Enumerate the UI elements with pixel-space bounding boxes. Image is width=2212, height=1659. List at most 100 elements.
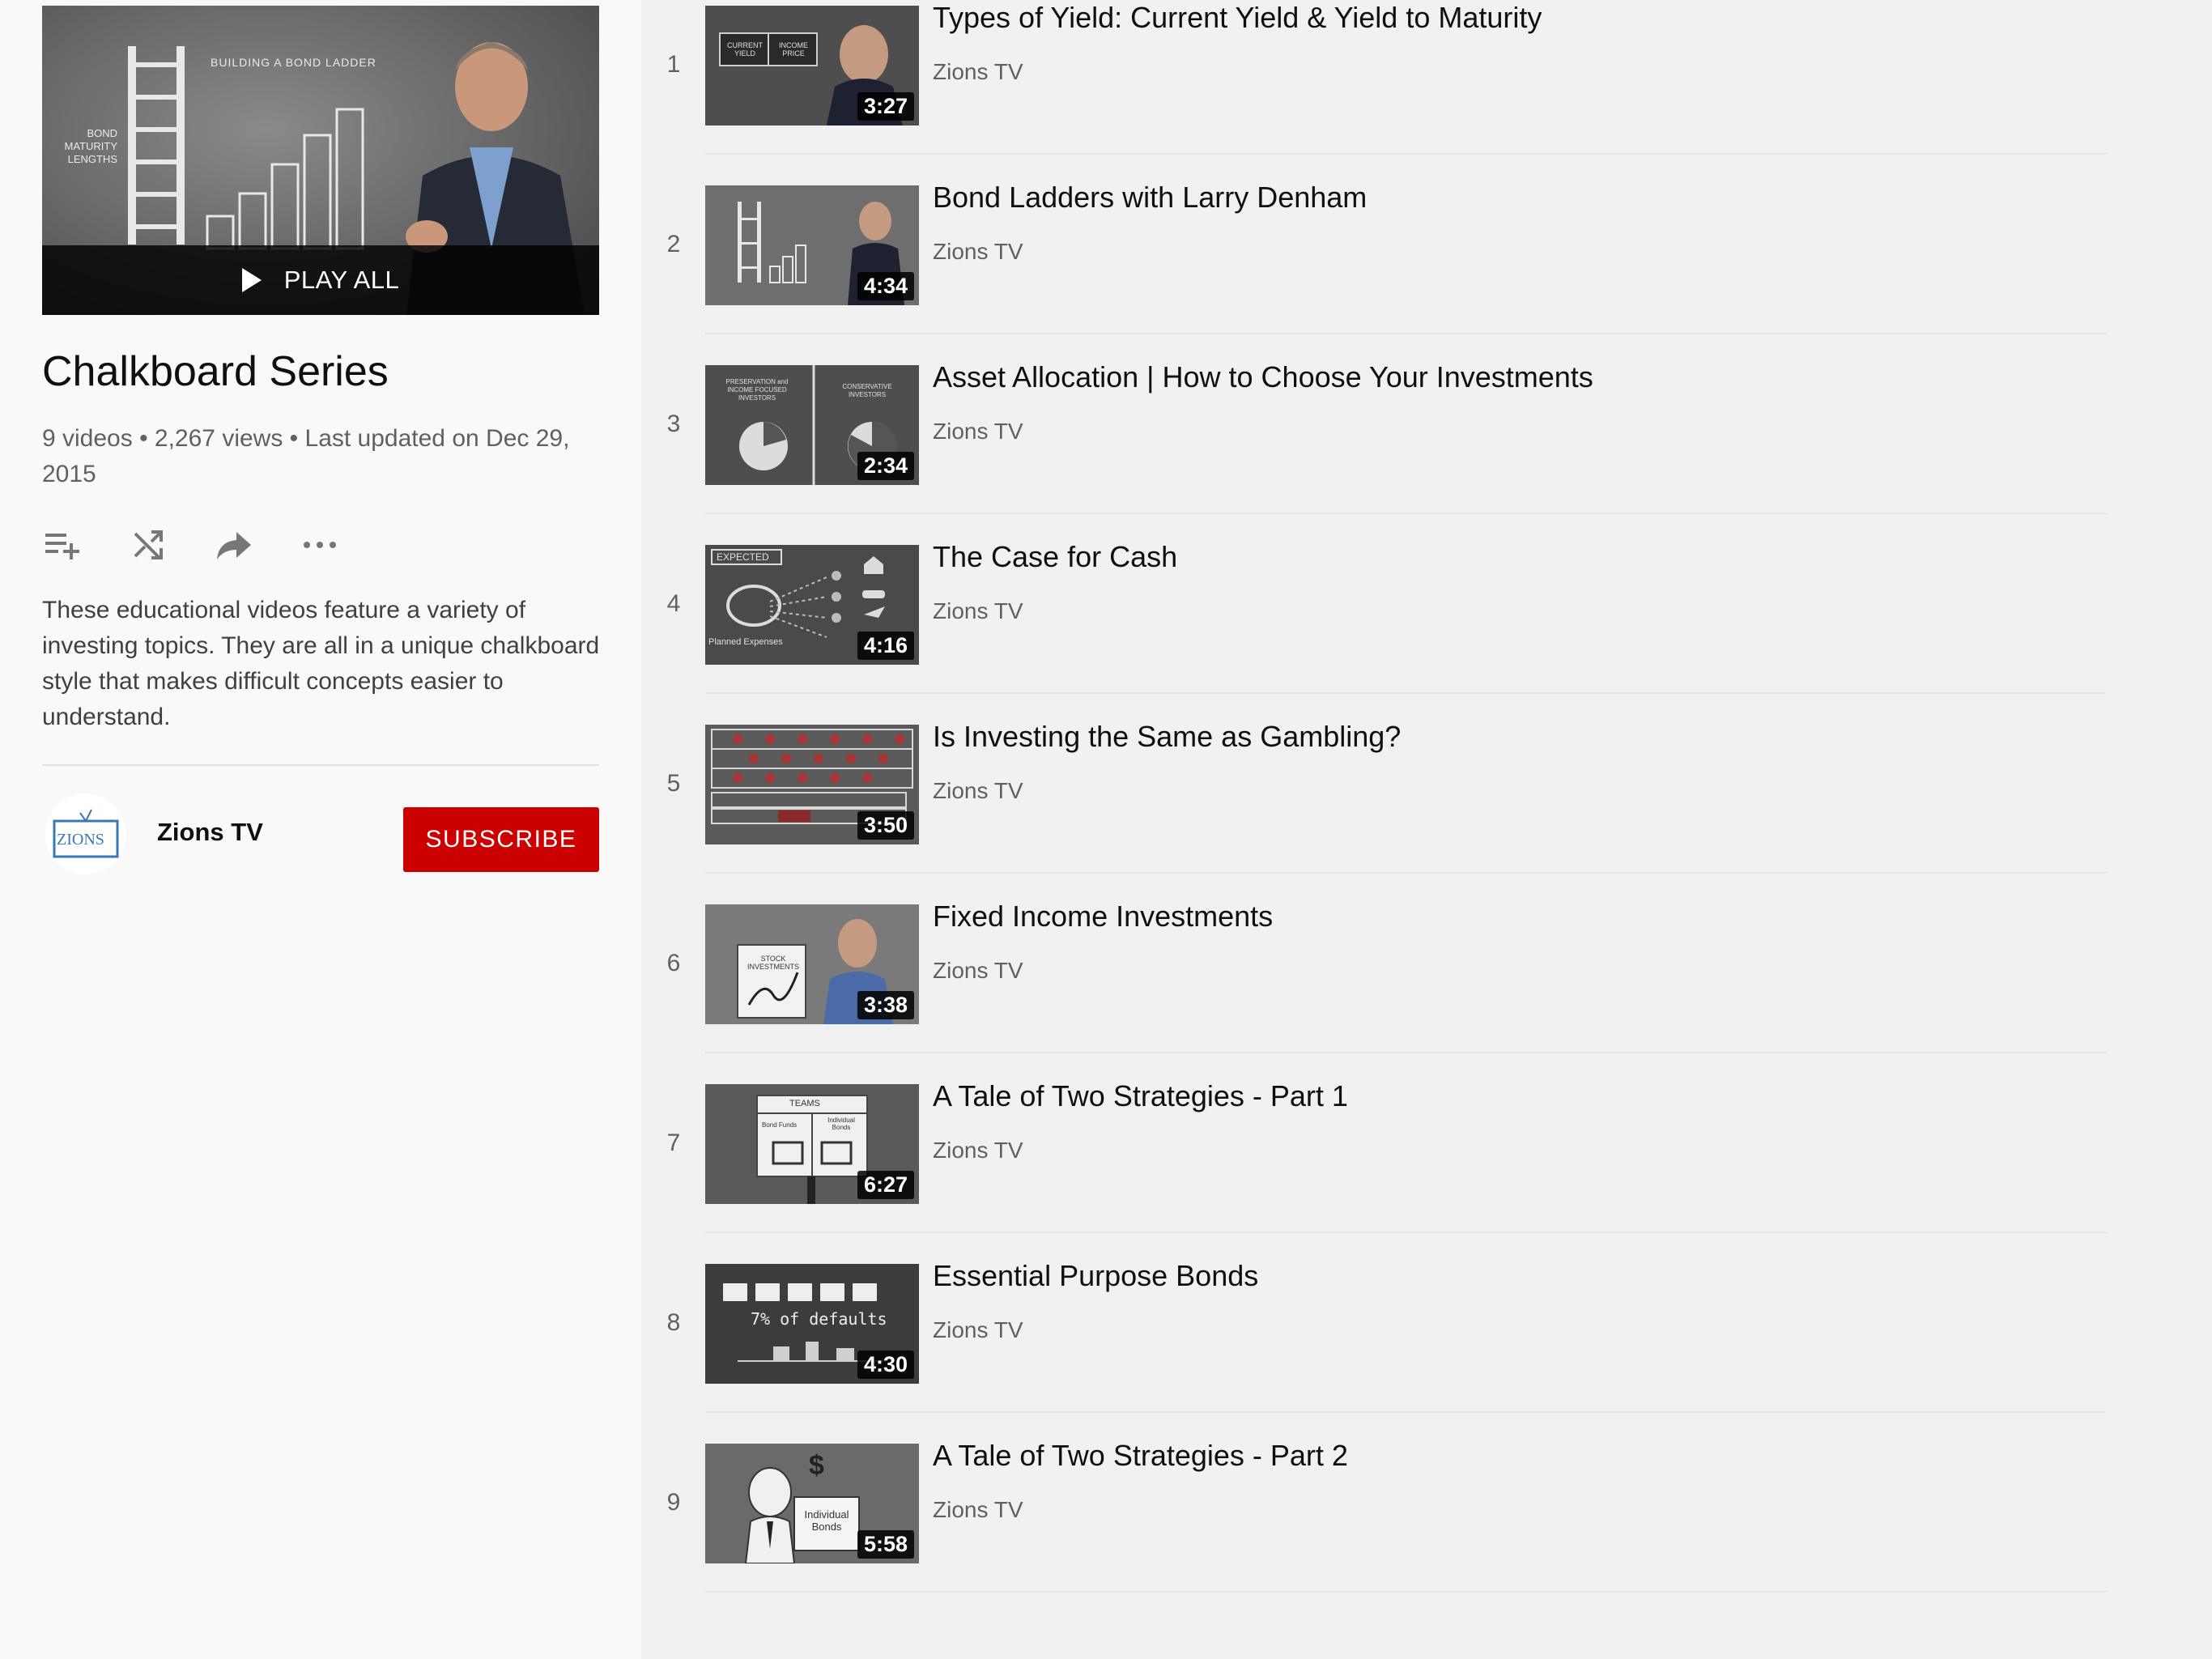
video-title[interactable]: The Case for Cash	[933, 540, 1177, 574]
playlist-video-row[interactable]: 9 $ Individual Bonds 5:58 A Tale of Two …	[641, 1439, 2107, 1623]
channel-name[interactable]: Zions TV	[157, 818, 263, 847]
video-title[interactable]: Fixed Income Investments	[933, 900, 1273, 934]
video-duration: 3:50	[857, 811, 914, 840]
add-to-queue-icon[interactable]	[42, 525, 83, 565]
video-channel[interactable]: Zions TV	[933, 958, 1023, 984]
playlist-video-row[interactable]: 5 3:50 Is Investing the Same as Gambling…	[641, 720, 2107, 904]
hero-heading-text: BUILDING A BOND LADDER	[211, 56, 376, 69]
video-duration: 5:58	[857, 1530, 914, 1559]
playlist-video-list: 1 CURRENT YIELD INCOME PRICE 3:27 Types …	[641, 0, 2212, 1659]
playlist-video-row[interactable]: 8 7% of defaults 4:30 Essential Purpose …	[641, 1259, 2107, 1444]
video-index: 2	[666, 231, 681, 257]
play-all-label: PLAY ALL	[283, 266, 400, 294]
video-channel[interactable]: Zions TV	[933, 778, 1023, 804]
video-channel[interactable]: Zions TV	[933, 1317, 1023, 1343]
thumb-text: $	[809, 1450, 824, 1481]
subscribe-button[interactable]: SUBSCRIBE	[403, 807, 599, 872]
thumb-text: 7% of defaults	[751, 1309, 887, 1329]
shuffle-icon[interactable]	[128, 525, 168, 565]
row-divider	[705, 872, 2107, 874]
video-index: 7	[666, 1129, 681, 1156]
video-duration: 4:16	[857, 632, 914, 660]
thumb-text: CURRENT YIELD	[727, 41, 763, 57]
playlist-actions	[42, 525, 340, 565]
row-divider	[705, 692, 2107, 694]
share-icon[interactable]	[214, 525, 254, 565]
row-divider	[705, 1231, 2107, 1233]
video-thumbnail[interactable]: PRESERVATION and INCOME FOCUSED INVESTOR…	[705, 365, 919, 485]
more-icon[interactable]	[300, 525, 340, 565]
hero-side-line: BOND	[87, 127, 117, 139]
thumb-text: EXPECTED	[717, 551, 769, 563]
row-divider	[705, 1411, 2107, 1413]
thumb-text: Planned Expenses	[708, 637, 783, 647]
video-thumbnail[interactable]: 4:34	[705, 185, 919, 305]
video-title[interactable]: Is Investing the Same as Gambling?	[933, 720, 1401, 754]
thumb-text: Individual Bonds	[827, 1117, 855, 1131]
video-thumbnail[interactable]: 3:50	[705, 725, 919, 844]
hero-side-label: BOND MATURITY LENGTHS	[62, 127, 117, 166]
video-thumbnail[interactable]: EXPECTED Planned Expenses 4:16	[705, 545, 919, 665]
row-divider	[705, 153, 2107, 155]
video-index: 1	[666, 51, 681, 78]
play-icon	[241, 268, 262, 292]
video-channel[interactable]: Zions TV	[933, 59, 1023, 85]
playlist-description: These educational videos feature a varie…	[42, 597, 600, 730]
thumb-text: Individual Bonds	[804, 1508, 849, 1533]
play-all-bar[interactable]: PLAY ALL	[42, 245, 599, 315]
playlist-sidebar: BUILDING A BOND LADDER BOND MATURITY LEN…	[0, 0, 641, 1659]
video-index: 6	[666, 950, 681, 976]
video-channel[interactable]: Zions TV	[933, 598, 1023, 624]
playlist-video-row[interactable]: 1 CURRENT YIELD INCOME PRICE 3:27 Types …	[641, 1, 2107, 185]
video-index: 9	[666, 1489, 681, 1516]
video-title[interactable]: Essential Purpose Bonds	[933, 1259, 1258, 1293]
video-duration: 4:34	[857, 272, 914, 300]
row-divider	[705, 1591, 2107, 1593]
video-index: 3	[666, 410, 681, 437]
hero-side-line: MATURITY	[64, 140, 117, 152]
thumb-text: CONSERVATIVE INVESTORS	[842, 383, 892, 398]
row-divider	[705, 1052, 2107, 1053]
hero-side-line: LENGTHS	[67, 153, 117, 165]
playlist-owner: ZIONS Zions TV SUBSCRIBE	[42, 793, 599, 874]
video-title[interactable]: Bond Ladders with Larry Denham	[933, 181, 1367, 215]
video-title[interactable]: A Tale of Two Strategies - Part 1	[933, 1079, 1348, 1113]
playlist-video-row[interactable]: 4 EXPECTED Planned Expenses 4:16 The Cas…	[641, 540, 2107, 725]
playlist-hero-thumbnail[interactable]: BUILDING A BOND LADDER BOND MATURITY LEN…	[42, 6, 599, 315]
row-divider	[705, 333, 2107, 334]
playlist-stats: 9 videos • 2,267 views • Last updated on…	[42, 425, 570, 487]
video-duration: 3:27	[857, 92, 914, 121]
playlist-video-row[interactable]: 3 PRESERVATION and INCOME FOCUSED INVEST…	[641, 360, 2107, 545]
video-index: 5	[666, 770, 681, 797]
video-thumbnail[interactable]: STOCK INVESTMENTS 3:38	[705, 904, 919, 1024]
video-duration: 4:30	[857, 1351, 914, 1379]
playlist-video-row[interactable]: 2 4:34 Bond Ladders with Larry Denham Zi…	[641, 181, 2107, 365]
video-channel[interactable]: Zions TV	[933, 1138, 1023, 1163]
video-title[interactable]: A Tale of Two Strategies - Part 2	[933, 1439, 1348, 1473]
thumb-text: INCOME PRICE	[779, 41, 808, 57]
video-channel[interactable]: Zions TV	[933, 1497, 1023, 1523]
video-channel[interactable]: Zions TV	[933, 239, 1023, 265]
avatar-text: ZIONS	[57, 831, 104, 849]
video-thumbnail[interactable]: $ Individual Bonds 5:58	[705, 1444, 919, 1563]
video-title[interactable]: Asset Allocation | How to Choose Your In…	[933, 360, 1593, 394]
video-thumbnail[interactable]: TEAMS Bond Funds Individual Bonds 6:27	[705, 1084, 919, 1204]
video-thumbnail[interactable]: 7% of defaults 4:30	[705, 1264, 919, 1384]
row-divider	[705, 513, 2107, 514]
video-channel[interactable]: Zions TV	[933, 419, 1023, 445]
video-duration: 6:27	[857, 1171, 914, 1199]
video-title[interactable]: Types of Yield: Current Yield & Yield to…	[933, 1, 1542, 35]
thumb-text: STOCK INVESTMENTS	[747, 955, 800, 971]
video-index: 4	[666, 590, 681, 617]
video-duration: 3:38	[857, 991, 914, 1019]
video-thumbnail[interactable]: CURRENT YIELD INCOME PRICE 3:27	[705, 6, 919, 125]
playlist-video-row[interactable]: 7 TEAMS Bond Funds Individual Bonds 6:27…	[641, 1079, 2107, 1264]
thumb-text: TEAMS	[789, 1099, 820, 1108]
channel-avatar[interactable]: ZIONS	[45, 793, 126, 874]
video-index: 8	[666, 1309, 681, 1336]
sidebar-divider	[42, 764, 599, 766]
playlist-video-row[interactable]: 6 STOCK INVESTMENTS 3:38 Fixed Income In…	[641, 900, 2107, 1084]
video-duration: 2:34	[857, 452, 914, 480]
playlist-title: Chalkboard Series	[42, 348, 389, 395]
thumb-text: Bond Funds	[762, 1121, 798, 1129]
